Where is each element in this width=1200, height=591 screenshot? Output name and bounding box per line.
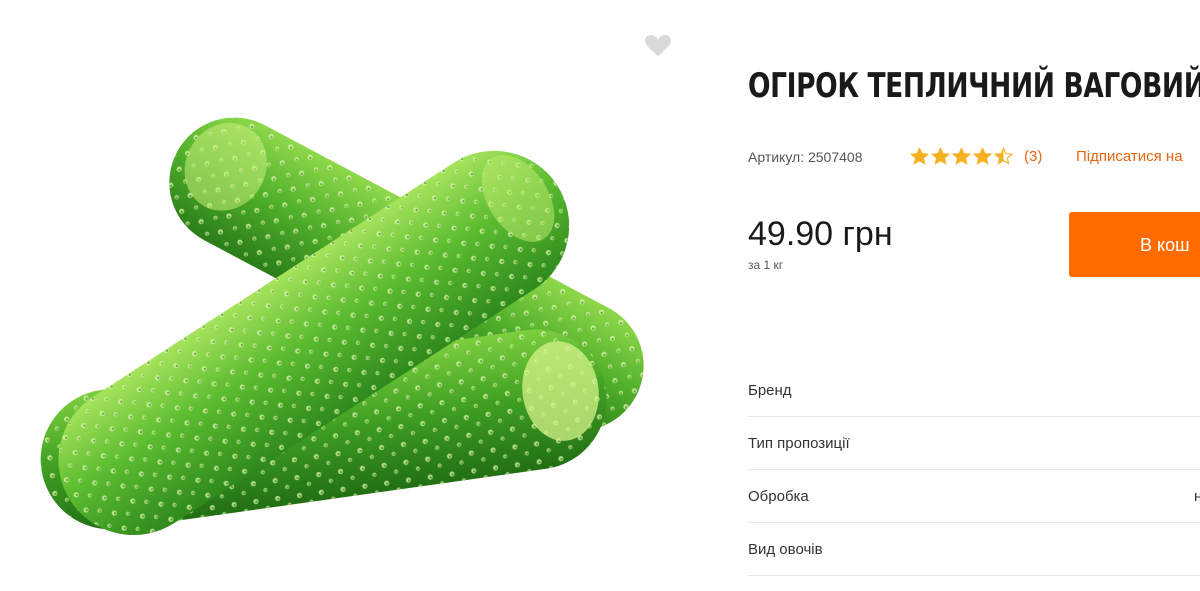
spec-row-processing: Обробка н: [748, 470, 1200, 523]
subscribe-link[interactable]: Підписатися на: [1076, 148, 1183, 165]
spec-label: Бренд: [748, 382, 792, 399]
star-icon: [910, 147, 929, 165]
product-title: ОГІРОК ТЕПЛИЧНИЙ ВАГОВИЙ: [748, 66, 1200, 106]
product-image: [0, 0, 700, 591]
spec-row-brand: Бренд: [748, 364, 1200, 417]
add-to-cart-button[interactable]: В кош: [1069, 212, 1200, 277]
spec-label: Тип пропозиції: [748, 435, 850, 452]
spec-row-vegetable-type: Вид овочів: [748, 523, 1200, 576]
heart-icon: [645, 35, 671, 56]
sku-text: Артикул: 2507408: [748, 149, 863, 165]
star-icon: [931, 147, 950, 165]
star-icon: [973, 147, 992, 165]
spec-value: н: [1194, 488, 1200, 505]
reviews-link[interactable]: (3): [1024, 148, 1042, 165]
add-to-cart-label: В кош: [1140, 235, 1190, 255]
star-icon: [952, 147, 971, 165]
spec-row-offer-type: Тип пропозиції: [748, 417, 1200, 470]
price-unit: за 1 кг: [748, 258, 784, 272]
rating-stars: [910, 147, 1013, 166]
star-icon: [994, 147, 1013, 165]
cucumbers-image: [40, 117, 644, 536]
favorite-button[interactable]: [644, 34, 672, 58]
specs-table: Бренд Тип пропозиції Обробка н Вид овочі…: [748, 364, 1200, 576]
spec-label: Вид овочів: [748, 541, 823, 558]
spec-label: Обробка: [748, 488, 809, 505]
price: 49.90 грн: [748, 215, 893, 253]
